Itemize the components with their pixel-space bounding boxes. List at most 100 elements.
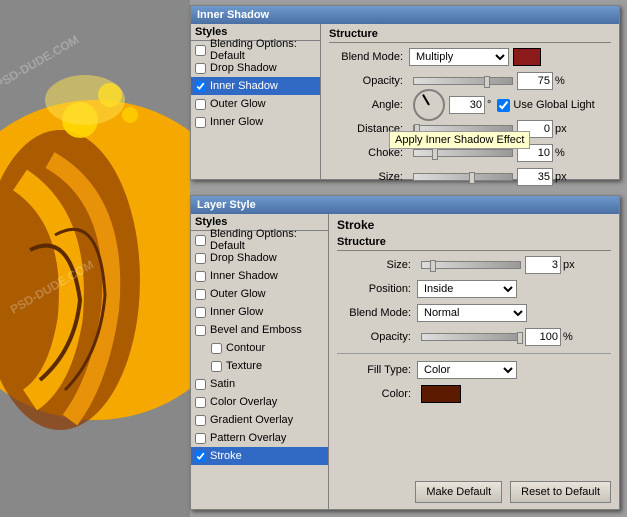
style-inner-shadow-label-top: Inner Shadow (210, 80, 278, 92)
style-contour-checkbox-bottom[interactable] (211, 343, 222, 354)
style-bevel-bottom[interactable]: Bevel and Emboss (191, 321, 328, 339)
style-gradient-overlay-label-bottom: Gradient Overlay (210, 414, 293, 426)
size-unit-bottom: px (563, 259, 575, 271)
size-label-top: Size: (329, 171, 409, 183)
stroke-content: Stroke Structure Size: px Position: Insi… (329, 214, 619, 509)
size-slider-bottom[interactable] (421, 261, 521, 269)
style-outer-glow-checkbox-top[interactable] (195, 99, 206, 110)
inner-shadow-title: Inner Shadow (191, 6, 619, 24)
style-outer-glow-checkbox-bottom[interactable] (195, 289, 206, 300)
position-select-bottom[interactable]: Inside Outside Center (417, 280, 517, 298)
choke-input-top[interactable] (517, 144, 553, 162)
style-pattern-overlay-bottom[interactable]: Pattern Overlay (191, 429, 328, 447)
blend-mode-select-bottom[interactable]: Normal Multiply Screen (417, 304, 527, 322)
style-outer-glow-bottom[interactable]: Outer Glow (191, 285, 328, 303)
distance-row-top: Distance: px (329, 119, 611, 139)
blend-color-swatch-top[interactable] (513, 48, 541, 66)
use-global-light-label[interactable]: Use Global Light (497, 99, 594, 112)
distance-input-top[interactable] (517, 120, 553, 138)
color-row-bottom: Color: (337, 384, 611, 404)
style-color-overlay-checkbox-bottom[interactable] (195, 397, 206, 408)
opacity-slider-bottom[interactable] (421, 333, 521, 341)
distance-slider-top[interactable] (413, 125, 513, 133)
color-label-bottom: Color: (337, 388, 417, 400)
style-gradient-overlay-bottom[interactable]: Gradient Overlay (191, 411, 328, 429)
blend-mode-row-bottom: Blend Mode: Normal Multiply Screen (337, 303, 611, 323)
opacity-input-bottom[interactable] (525, 328, 561, 346)
style-bevel-label-bottom: Bevel and Emboss (210, 324, 302, 336)
fill-type-label: Fill Type: (337, 364, 417, 376)
style-inner-shadow-checkbox-top[interactable] (195, 81, 206, 92)
style-contour-bottom[interactable]: Contour (191, 339, 328, 357)
size-slider-top[interactable] (413, 173, 513, 181)
style-outer-glow-label-top: Outer Glow (210, 98, 266, 110)
style-stroke-checkbox-bottom[interactable] (195, 451, 206, 462)
angle-row-top: Angle: ° Use Global Light Apply Inner Sh… (329, 95, 611, 115)
opacity-label-top: Opacity: (329, 75, 409, 87)
style-outer-glow-top[interactable]: Outer Glow (191, 95, 320, 113)
layer-style-title-text: Layer Style (197, 199, 256, 211)
style-texture-bottom[interactable]: Texture (191, 357, 328, 375)
style-inner-glow-checkbox-top[interactable] (195, 117, 206, 128)
opacity-thumb-bottom[interactable] (517, 332, 523, 344)
position-label-bottom: Position: (337, 283, 417, 295)
angle-dial-top[interactable] (413, 89, 445, 121)
style-inner-shadow-checkbox-bottom[interactable] (195, 271, 206, 282)
blend-mode-label-top: Blend Mode: (329, 51, 409, 63)
style-blending-options-top[interactable]: Blending Options: Default (191, 41, 320, 59)
angle-input-top[interactable] (449, 96, 485, 114)
layer-style-title: Layer Style (191, 196, 619, 214)
styles-sidebar-bottom: Styles Blending Options: Default Drop Sh… (191, 214, 329, 509)
style-blending-checkbox-top[interactable] (195, 45, 206, 56)
style-satin-checkbox-bottom[interactable] (195, 379, 206, 390)
color-swatch-bottom[interactable] (421, 385, 461, 403)
distance-label-top: Distance: (329, 123, 409, 135)
structure-title-bottom: Structure (337, 236, 611, 251)
style-stroke-bottom[interactable]: Stroke (191, 447, 328, 465)
styles-title-bottom: Styles (195, 216, 227, 228)
style-inner-shadow-bottom[interactable]: Inner Shadow (191, 267, 328, 285)
size-thumb-bottom[interactable] (430, 260, 436, 272)
choke-slider-top[interactable] (413, 149, 513, 157)
inner-shadow-content: Structure Blend Mode: Multiply Normal Sc… (321, 24, 619, 179)
size-input-bottom[interactable] (525, 256, 561, 274)
distance-unit-top: px (555, 123, 567, 135)
style-satin-bottom[interactable]: Satin (191, 375, 328, 393)
divider-bottom (337, 353, 611, 354)
inner-shadow-title-text: Inner Shadow (197, 9, 269, 21)
style-inner-shadow-top[interactable]: Inner Shadow (191, 77, 320, 95)
style-color-overlay-bottom[interactable]: Color Overlay (191, 393, 328, 411)
reset-to-default-button[interactable]: Reset to Default (510, 481, 611, 503)
blend-mode-row-top: Blend Mode: Multiply Normal Screen (329, 47, 611, 67)
size-thumb-top[interactable] (469, 172, 475, 184)
distance-thumb-top[interactable] (414, 124, 420, 136)
fill-type-select[interactable]: Color Gradient Pattern (417, 361, 517, 379)
style-texture-label-bottom: Texture (226, 360, 262, 372)
bottom-buttons: Make Default Reset to Default (411, 481, 611, 503)
make-default-button[interactable]: Make Default (415, 481, 502, 503)
styles-title-top: Styles (195, 26, 227, 38)
style-bevel-checkbox-bottom[interactable] (195, 325, 206, 336)
style-stroke-label-bottom: Stroke (210, 450, 242, 462)
opacity-slider-top[interactable] (413, 77, 513, 85)
style-pattern-overlay-checkbox-bottom[interactable] (195, 433, 206, 444)
style-inner-glow-bottom[interactable]: Inner Glow (191, 303, 328, 321)
opacity-input-top[interactable] (517, 72, 553, 90)
style-blending-checkbox-bottom[interactable] (195, 235, 206, 246)
style-inner-glow-top[interactable]: Inner Glow (191, 113, 320, 131)
choke-thumb-top[interactable] (432, 148, 438, 160)
blend-mode-select-top[interactable]: Multiply Normal Screen (409, 48, 509, 66)
style-gradient-overlay-checkbox-bottom[interactable] (195, 415, 206, 426)
style-blending-label-top: Blending Options: Default (210, 38, 316, 62)
choke-unit-top: % (555, 147, 565, 159)
style-texture-checkbox-bottom[interactable] (211, 361, 222, 372)
opacity-label-bottom: Opacity: (337, 331, 417, 343)
style-drop-shadow-checkbox-top[interactable] (195, 63, 206, 74)
opacity-thumb-top[interactable] (484, 76, 490, 88)
size-input-top[interactable] (517, 168, 553, 186)
use-global-light-checkbox[interactable] (497, 99, 510, 112)
style-blending-bottom[interactable]: Blending Options: Default (191, 231, 328, 249)
style-drop-shadow-checkbox-bottom[interactable] (195, 253, 206, 264)
style-inner-glow-checkbox-bottom[interactable] (195, 307, 206, 318)
style-satin-label-bottom: Satin (210, 378, 235, 390)
